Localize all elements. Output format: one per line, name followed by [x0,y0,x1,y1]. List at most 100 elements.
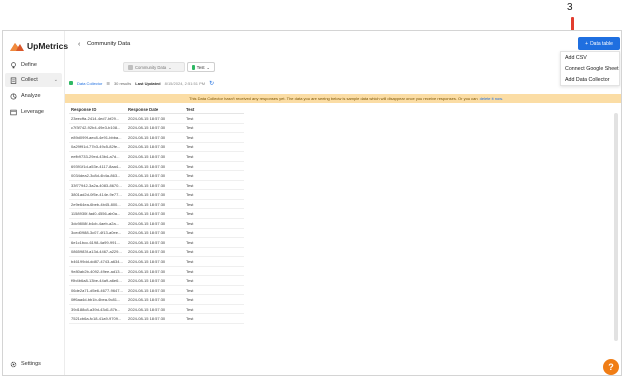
table-row[interactable]: 06de2a71-d5e6-4677-9647... 2024-08-15 18:… [69,286,244,296]
column-header-response-id[interactable]: Response ID [69,107,128,112]
cell-response-date: 2024-08-15 18:57:30 [128,220,166,226]
data-table: Response ID Response Date Test 23eecffa-… [69,106,244,325]
table-row[interactable]: 0865983f-a13d-4467-a229... 2024-08-15 18:… [69,248,244,258]
table-row[interactable]: c7f3f742-92b4-49e3-b108... 2024-08-15 18:… [69,124,244,134]
table-row[interactable]: b46199dd-dd87-4743-a634... 2024-08-15 18:… [69,257,244,267]
cell-response-date: 2024-08-15 18:57:30 [128,115,166,121]
table-row[interactable]: 6e1c1bcc-6198-4a99-991... 2024-08-15 18:5… [69,238,244,248]
table-row[interactable]: 9e80ab2b-4092-49ee-ad13... 2024-08-15 18:… [69,267,244,277]
last-updated-value: 8/15/2024, 2:51:51 PM [164,80,206,86]
cell-response-id: 0ff6aa4d-bb1b-4bea-9c81... [71,297,121,303]
cell-response-id: 2e9e64ea-6beb-4b45-800... [71,201,121,207]
cell-test: Test [186,268,194,274]
table-row[interactable]: e89d099f-aec8-4e91-bbba... 2024-08-15 18:… [69,133,244,143]
delete-link[interactable]: delete it now. [480,96,503,101]
sidebar-item-leverage[interactable]: Leverage [5,105,62,119]
logo[interactable]: UpMetrics [10,40,68,52]
cell-test: Test [186,306,194,312]
cell-response-date: 2024-08-15 18:57:30 [128,258,166,264]
sidebar-item-define[interactable]: Define [5,58,62,72]
table-row[interactable]: 33f77942-3a2a-4083-8670... 2024-08-15 18:… [69,181,244,191]
chip-label: Community Data [135,64,167,70]
cell-response-date: 2024-08-15 18:57:30 [128,163,166,169]
table-row[interactable]: 0ff6aa4d-bb1b-4bea-9c81... 2024-08-15 18:… [69,295,244,305]
menu-item-connect-google-sheet[interactable]: Connect Google Sheet [561,63,619,74]
data-collector-link[interactable]: Data Collector [77,81,102,86]
results-count: 30 results [113,80,132,86]
refresh-icon[interactable]: ↻ [209,80,214,87]
table-row[interactable]: eefb9733-29ed-43b4-a7d... 2024-08-15 18:5… [69,152,244,162]
sidebar-item-collect[interactable]: Collect ⌄ [5,73,62,87]
collector-icon [69,81,73,85]
cell-response-date: 2024-08-15 18:57:30 [128,125,166,131]
plus-icon: + [585,40,589,47]
last-updated-label: Last Updated [135,80,161,86]
collector-icon [192,64,195,70]
table-row[interactable]: 0a29f91d-77b3-49c5-82fe... 2024-08-15 18:… [69,143,244,153]
cell-response-id: 0a29f91d-77b3-49c5-82fe... [71,144,121,150]
column-header-test[interactable]: Test [186,107,244,112]
table-row[interactable]: 3801ad2d-0f5e-414e-9e77... 2024-08-15 18:… [69,190,244,200]
cell-test: Test [186,115,194,121]
sidebar: UpMetrics Define Collect ⌄ Analyze Lever… [3,31,68,375]
cell-test: Test [186,297,194,303]
cell-test: Test [186,249,194,255]
sidebar-item-label: Settings [21,361,41,367]
table-body: 23eecffa-2414-4ed7-bf29... 2024-08-15 18:… [69,114,244,325]
cell-response-id: f9b4b6a8-13be-44a9-a6e6... [71,278,122,284]
menu-item-add-csv[interactable]: Add CSV [561,52,619,63]
cell-response-id: 23eecffa-2414-4ed7-bf29... [71,115,120,121]
cell-test: Test [186,144,194,150]
list-icon: ☰ [106,80,110,86]
cell-response-date: 2024-08-15 18:57:30 [128,278,166,284]
column-header-response-date[interactable]: Response Date [128,107,186,112]
sidebar-item-analyze[interactable]: Analyze [5,89,62,103]
cell-test: Test [186,230,194,236]
table-row[interactable]: 69391f1d-a53e-4117-8aa4... 2024-08-15 18:… [69,162,244,172]
cell-response-id: 39d188c8-a39d-43d1-87b... [71,306,121,312]
vertical-scrollbar[interactable] [614,113,618,341]
gear-icon [10,361,17,367]
clipboard-icon [10,77,17,84]
table-row[interactable]: 39d188c8-a39d-43d1-87b... 2024-08-15 18:5… [69,305,244,315]
cell-response-date: 2024-08-15 18:57:30 [128,249,166,255]
table-row[interactable]: 0034dea2-3c8d-4b4a-863... 2024-08-15 18:5… [69,171,244,181]
cell-test: Test [186,258,194,264]
cell-test: Test [186,125,194,131]
dataset-chip-test[interactable]: Test ⌄ [187,62,215,72]
sample-data-banner: This Data Collector hasn't received any … [65,94,621,103]
menu-item-add-data-collector[interactable]: Add Data Collector [561,74,619,85]
cell-response-date: 2024-08-15 18:57:30 [128,173,166,179]
dataset-chip-community[interactable]: Community Data ⌄ [123,62,185,72]
sidebar-item-settings[interactable]: Settings [5,357,62,371]
table-row[interactable]: 3dc9808f-b4cb-4aeb-a2a... 2024-08-15 18:5… [69,219,244,229]
table-row[interactable]: 7521cb6a-fc18-41a9-9709... 2024-08-15 18:… [69,314,244,325]
cell-test: Test [186,182,194,188]
chevron-down-icon[interactable]: ⌄ [54,77,58,83]
table-row[interactable]: f9b4b6a8-13be-44a9-a6e6... 2024-08-15 18:… [69,276,244,286]
cell-test: Test [186,163,194,169]
cell-test: Test [186,316,194,322]
table-row[interactable]: 1158930f-fad0-4556-ab0a... 2024-08-15 18:… [69,209,244,220]
help-button[interactable]: ? [603,359,619,375]
cell-response-date: 2024-08-15 18:57:30 [128,192,166,198]
data-table-button[interactable]: + Data table [578,37,620,50]
cell-test: Test [186,201,194,207]
table-row[interactable]: 2e9e64ea-6beb-4b45-800... 2024-08-15 18:5… [69,200,244,210]
sidebar-item-label: Define [21,62,37,68]
cell-response-date: 2024-08-15 18:57:30 [128,211,166,217]
cell-response-id: 9e80ab2b-4092-49ee-ad13... [71,268,123,274]
cell-response-date: 2024-08-15 18:57:30 [128,144,166,150]
leverage-icon [10,109,17,115]
cell-response-date: 2024-08-15 18:57:30 [128,153,166,159]
back-chevron-icon[interactable]: ‹ [78,41,80,48]
cell-response-date: 2024-08-15 18:57:30 [128,268,166,274]
cell-response-id: c7f3f742-92b4-49e3-b108... [71,125,121,131]
table-row[interactable]: 23eecffa-2414-4ed7-bf29... 2024-08-15 18:… [69,114,244,124]
cell-test: Test [186,134,194,140]
chevron-down-icon: ⌄ [206,64,210,70]
add-data-dropdown: Add CSV Connect Google Sheet Add Data Co… [560,51,620,86]
table-row[interactable]: 3ced0988-3c07-4f13-a0ee... 2024-08-15 18:… [69,229,244,239]
cell-response-id: 6e1c1bcc-6198-4a99-991... [71,239,120,245]
cell-response-id: 06de2a71-d5e6-4677-9647... [71,287,123,293]
